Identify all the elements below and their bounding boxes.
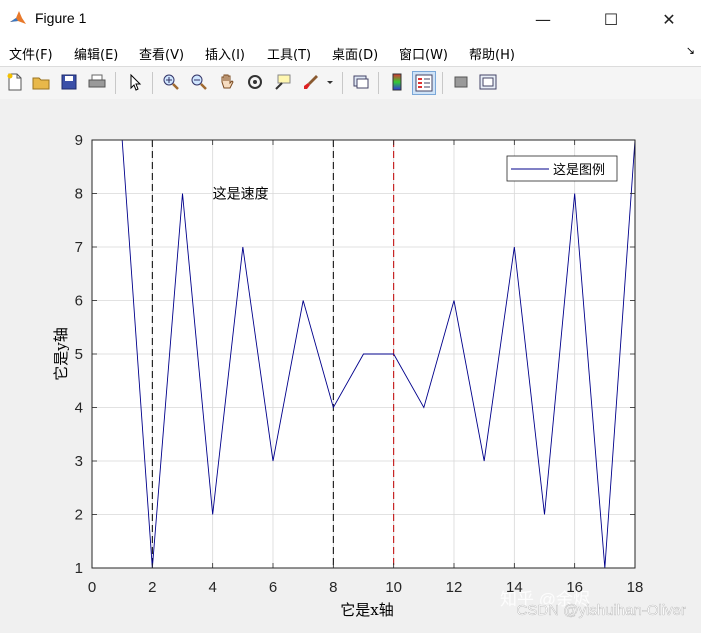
zoom-out-icon[interactable] <box>188 71 210 93</box>
save-icon[interactable] <box>58 71 80 93</box>
dock-arrow-icon[interactable]: ↘ <box>686 44 695 57</box>
menu-view[interactable]: 查看(V) <box>139 44 184 63</box>
print-icon[interactable] <box>86 71 108 93</box>
y-tick-label: 2 <box>75 507 83 524</box>
y-tick-label: 8 <box>75 186 83 203</box>
zoom-in-icon[interactable] <box>160 71 182 93</box>
menu-tools[interactable]: 工具(T) <box>267 44 311 63</box>
menu-insert[interactable]: 插入(I) <box>205 44 245 63</box>
x-tick-label: 4 <box>208 579 216 596</box>
y-tick-label: 6 <box>75 293 83 310</box>
pan-hand-icon[interactable] <box>216 71 238 93</box>
legend-box[interactable]: 这是图例 <box>506 155 618 182</box>
toolbar-separator <box>442 72 443 94</box>
menu-help[interactable]: 帮助(H) <box>469 44 515 63</box>
window-title: Figure 1 <box>35 10 87 26</box>
y-tick-label: 4 <box>75 400 83 417</box>
x-tick-label: 18 <box>627 579 644 596</box>
toolbar-separator <box>115 72 116 94</box>
annotation-text: 这是速度 <box>213 186 269 203</box>
brush-icon[interactable] <box>300 71 322 93</box>
x-tick-label: 8 <box>329 579 337 596</box>
legend-icon[interactable] <box>412 71 436 95</box>
menu-bar: 文件(F) 编辑(E) 查看(V) 插入(I) 工具(T) 桌面(D) 窗口(W… <box>0 38 701 66</box>
figure-canvas: 0 2 4 6 8 10 12 14 16 18 123456789 这是速度 它是x轴 它是y轴… <box>0 99 701 629</box>
y-tick-label: 3 <box>75 453 83 470</box>
open-file-icon[interactable] <box>30 71 52 93</box>
y-axis-label: 它是y轴 <box>52 327 70 380</box>
menu-desktop[interactable]: 桌面(D) <box>332 44 378 63</box>
link-plot-icon[interactable] <box>350 71 372 93</box>
figure-toolbar <box>0 66 701 100</box>
x-axis-label: 它是x轴 <box>340 601 393 619</box>
title-bar: Figure 1 — ☐ ✕ <box>0 0 701 38</box>
y-tick-label: 5 <box>75 346 83 363</box>
minimize-icon: — <box>535 9 551 29</box>
x-tick-label: 12 <box>446 579 463 596</box>
toolbar-separator <box>152 72 153 94</box>
x-tick-label: 0 <box>88 579 96 596</box>
menu-file[interactable]: 文件(F) <box>9 44 53 63</box>
maximize-icon: ☐ <box>603 9 619 29</box>
y-tick-label: 7 <box>75 239 83 256</box>
menu-window[interactable]: 窗口(W) <box>399 44 448 63</box>
close-icon: ✕ <box>662 9 676 29</box>
toolbar-separator <box>342 72 343 94</box>
toolbar-separator <box>378 72 379 94</box>
y-tick-labels: 1 2 3 4 5 6 7 8 9 <box>75 132 83 577</box>
pointer-icon[interactable] <box>124 71 146 93</box>
hide-plot-tools-icon[interactable] <box>450 71 472 93</box>
show-plot-tools-icon[interactable] <box>477 71 499 93</box>
minimize-button[interactable]: — <box>520 0 566 38</box>
new-figure-icon[interactable] <box>4 71 26 93</box>
x-tick-label: 6 <box>269 579 277 596</box>
legend-entry: 这是图例 <box>553 162 605 178</box>
maximize-button[interactable]: ☐ <box>588 0 634 38</box>
data-cursor-icon[interactable] <box>272 71 294 93</box>
menu-edit[interactable]: 编辑(E) <box>74 44 118 63</box>
rotate-3d-icon[interactable] <box>244 71 266 93</box>
line-chart[interactable]: 0 2 4 6 8 10 12 14 16 18 123456789 这是速度 它是x轴 它是y轴… <box>0 99 701 629</box>
x-tick-label: 10 <box>385 579 402 596</box>
y-tick-label: 1 <box>75 560 83 577</box>
brush-dropdown-icon[interactable] <box>324 71 336 93</box>
y-tick-label: 9 <box>75 132 83 149</box>
colorbar-icon[interactable] <box>386 71 408 93</box>
watermark-csdn: CSDN @yishuihan-Oliver <box>517 602 686 619</box>
matlab-logo-icon <box>9 9 27 27</box>
close-button[interactable]: ✕ <box>646 0 692 38</box>
x-tick-label: 2 <box>148 579 156 596</box>
